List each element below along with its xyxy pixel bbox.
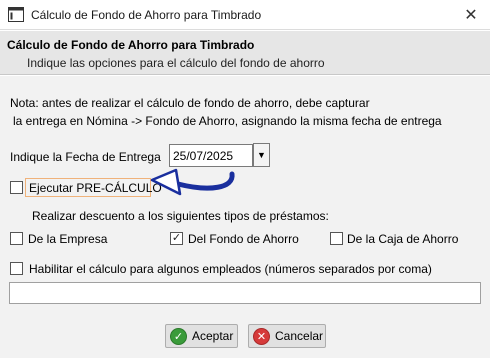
note-line-2: la entrega en Nómina -> Fondo de Ahorro,…: [13, 114, 442, 128]
empresa-checkbox[interactable]: [10, 232, 23, 245]
caja-ahorro-label[interactable]: De la Caja de Ahorro: [347, 232, 458, 246]
close-icon: ✕: [464, 7, 478, 24]
accept-button[interactable]: ✓ Aceptar: [165, 324, 238, 348]
date-input[interactable]: [169, 144, 253, 167]
descuento-label: Realizar descuento a los siguientes tipo…: [32, 209, 329, 223]
close-button[interactable]: ✕: [452, 0, 490, 30]
empleados-label[interactable]: Habilitar el cálculo para algunos emplea…: [29, 262, 432, 276]
cancel-button[interactable]: ✕ Cancelar: [248, 324, 326, 348]
cancel-label: Cancelar: [275, 329, 324, 343]
window-title: Cálculo de Fondo de Ahorro para Timbrado: [31, 8, 262, 22]
caja-ahorro-checkbox[interactable]: [330, 232, 343, 245]
window-icon: [8, 7, 24, 22]
chevron-down-icon: ▼: [257, 150, 266, 160]
annotation-arrow-icon: [150, 168, 235, 196]
empleados-input[interactable]: [9, 282, 481, 304]
title-bar: Cálculo de Fondo de Ahorro para Timbrado…: [0, 0, 490, 30]
header-title: Cálculo de Fondo de Ahorro para Timbrado: [7, 38, 255, 52]
header-subtitle: Indique las opciones para el cálculo del…: [27, 56, 325, 70]
date-dropdown-button[interactable]: ▼: [253, 143, 270, 167]
x-circle-icon: ✕: [253, 327, 270, 345]
note-line-1: Nota: antes de realizar el cálculo de fo…: [10, 96, 370, 110]
empleados-checkbox[interactable]: [10, 262, 23, 275]
fondo-ahorro-label[interactable]: Del Fondo de Ahorro: [188, 232, 299, 246]
accept-label: Aceptar: [192, 329, 234, 343]
fondo-ahorro-checkbox[interactable]: ✓: [170, 232, 183, 245]
check-circle-icon: ✓: [170, 327, 187, 345]
date-label: Indique la Fecha de Entrega: [10, 150, 161, 164]
precalculo-checkbox[interactable]: [10, 181, 23, 194]
empresa-label[interactable]: De la Empresa: [28, 232, 107, 246]
dialog-header: Cálculo de Fondo de Ahorro para Timbrado…: [0, 31, 490, 75]
precalculo-label[interactable]: Ejecutar PRE-CÁLCULO: [29, 181, 162, 195]
checkmark-icon: ✓: [171, 232, 182, 244]
dialog-body: Nota: antes de realizar el cálculo de fo…: [0, 76, 490, 358]
